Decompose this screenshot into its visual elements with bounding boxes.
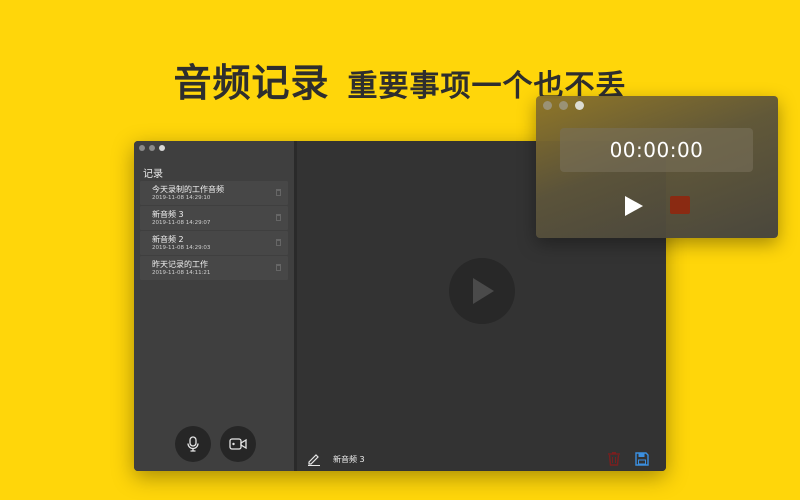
zoom-window-button[interactable] (159, 145, 165, 151)
video-camera-icon (229, 438, 247, 450)
recording-name: 新音频 3 (152, 210, 184, 219)
close-window-button[interactable] (543, 101, 552, 110)
trash-icon[interactable] (607, 451, 621, 470)
timer-display: 00:00:00 (560, 128, 753, 172)
recording-item[interactable]: 新音频 3 2019-11-08 14:29:07 (140, 206, 288, 230)
record-audio-button[interactable] (175, 426, 211, 462)
sidebar: 记录 今天录制的工作音频 2019-11-08 14:29:10 新音频 3 2… (134, 141, 297, 471)
microphone-icon (187, 436, 199, 452)
window-controls (139, 145, 165, 151)
timer-text: 00:00:00 (609, 138, 704, 162)
recorder-window: 00:00:00 (536, 96, 778, 238)
recording-name: 今天录制的工作音频 (152, 185, 224, 194)
current-recording-name[interactable]: 新音频 3 (333, 454, 365, 465)
recording-item[interactable]: 今天录制的工作音频 2019-11-08 14:29:10 (140, 181, 288, 205)
record-video-button[interactable] (220, 426, 256, 462)
play-button[interactable] (623, 194, 645, 222)
pencil-icon[interactable] (307, 451, 321, 470)
recording-item[interactable]: 新音频 2 2019-11-08 14:29:03 (140, 231, 288, 255)
window-controls (543, 101, 584, 110)
recording-name: 新音频 2 (152, 235, 184, 244)
play-icon (473, 278, 494, 304)
recording-list: 今天录制的工作音频 2019-11-08 14:29:10 新音频 3 2019… (140, 181, 288, 281)
floppy-disk-icon[interactable] (635, 451, 649, 470)
trash-icon[interactable] (276, 239, 281, 246)
close-window-button[interactable] (139, 145, 145, 151)
recording-item[interactable]: 昨天记录的工作 2019-11-08 14:11:21 (140, 256, 288, 280)
headline-primary: 音频记录 (173, 61, 330, 105)
minimize-window-button[interactable] (559, 101, 568, 110)
play-icon (625, 196, 643, 216)
trash-icon[interactable] (276, 264, 281, 271)
recording-date: 2019-11-08 14:11:21 (152, 270, 211, 276)
bottom-bar: 新音频 3 (297, 445, 666, 471)
recording-date: 2019-11-08 14:29:07 (152, 220, 211, 226)
stop-icon[interactable] (670, 196, 690, 214)
play-button[interactable] (449, 258, 515, 324)
minimize-window-button[interactable] (149, 145, 155, 151)
sidebar-title: 记录 (143, 169, 163, 180)
recording-date: 2019-11-08 14:29:10 (152, 195, 211, 201)
trash-icon[interactable] (276, 189, 281, 196)
zoom-window-button[interactable] (575, 101, 584, 110)
trash-icon[interactable] (276, 214, 281, 221)
recording-name: 昨天记录的工作 (152, 260, 208, 269)
recording-date: 2019-11-08 14:29:03 (152, 245, 211, 251)
